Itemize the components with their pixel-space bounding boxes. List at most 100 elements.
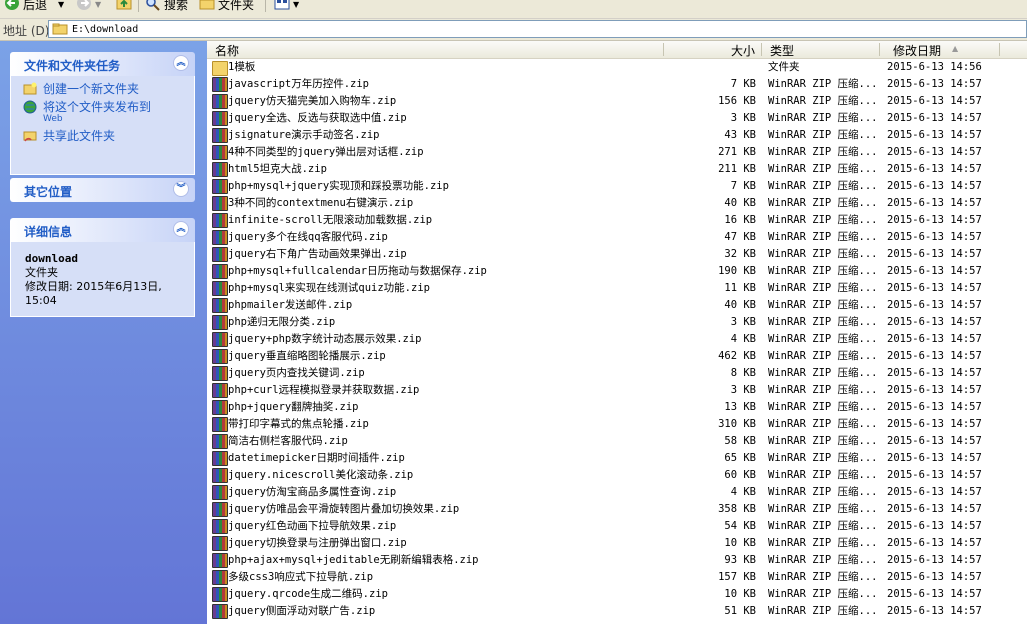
column-name-header[interactable]: 名称 (215, 42, 239, 59)
file-row[interactable]: jquery页内查找关键词.zip 8 KB WinRAR ZIP 压缩... 201… (207, 365, 1027, 382)
file-name[interactable]: php+jquery翻牌抽奖.zip (228, 399, 359, 416)
file-name[interactable]: jquery垂直缩略图轮播展示.zip (228, 348, 386, 365)
file-name[interactable]: php+mysql来实现在线测试quiz功能.zip (228, 280, 430, 297)
file-name[interactable]: jquery.qrcode生成二维码.zip (228, 586, 388, 603)
chevron-down-icon[interactable]: ▼ (293, 0, 299, 9)
column-separator[interactable] (999, 43, 1000, 56)
file-row[interactable]: jquery全选、反选与获取选中值.zip 3 KB WinRAR ZIP 压缩..… (207, 110, 1027, 127)
file-row[interactable]: jquery多个在线qq客服代码.zip 47 KB WinRAR ZIP 压缩..… (207, 229, 1027, 246)
file-row[interactable]: jquery仿淘宝商品多属性查询.zip 4 KB WinRAR ZIP 压缩...… (207, 484, 1027, 501)
file-row[interactable]: jquery右下角广告动画效果弹出.zip 32 KB WinRAR ZIP 压缩.… (207, 246, 1027, 263)
file-name[interactable]: jquery.nicescroll美化滚动条.zip (228, 467, 413, 484)
file-name[interactable]: jsignature演示手动签名.zip (228, 127, 380, 144)
file-row[interactable]: php+mysql+fullcalendar日历拖动与数据保存.zip 190 K… (207, 263, 1027, 280)
forward-button[interactable]: ▼ (76, 0, 101, 11)
file-name[interactable]: 带打印字幕式的焦点轮播.zip (228, 416, 369, 433)
file-row[interactable]: jquery切换登录与注册弹出窗口.zip 10 KB WinRAR ZIP 压缩.… (207, 535, 1027, 552)
file-row[interactable]: php+curl远程模拟登录并获取数据.zip 3 KB WinRAR ZIP 压缩… (207, 382, 1027, 399)
file-name[interactable]: php递归无限分类.zip (228, 314, 335, 331)
file-row[interactable]: php+mysql+jquery实现顶和踩投票功能.zip 7 KB WinRAR … (207, 178, 1027, 195)
file-name[interactable]: datetimepicker日期时间插件.zip (228, 450, 405, 467)
file-name[interactable]: jquery全选、反选与获取选中值.zip (228, 110, 407, 127)
file-row[interactable]: 多级css3响应式下拉导航.zip 157 KB WinRAR ZIP 压缩... 2… (207, 569, 1027, 586)
file-row[interactable]: jquery垂直缩略图轮播展示.zip 462 KB WinRAR ZIP 压缩..… (207, 348, 1027, 365)
share-folder-task[interactable]: 共享此文件夹 (11, 127, 194, 145)
new-folder-task[interactable]: 创建一个新文件夹 (11, 80, 194, 98)
column-separator[interactable] (879, 43, 880, 56)
file-name[interactable]: jquery页内查找关键词.zip (228, 365, 365, 382)
file-name[interactable]: jquery右下角广告动画效果弹出.zip (228, 246, 407, 263)
file-row[interactable]: 简洁右侧栏客服代码.zip 58 KB WinRAR ZIP 压缩... 2015-6… (207, 433, 1027, 450)
file-name[interactable]: phpmailer发送邮件.zip (228, 297, 352, 314)
file-name[interactable]: 简洁右侧栏客服代码.zip (228, 433, 348, 450)
search-button[interactable]: 搜索 (145, 0, 188, 12)
file-name[interactable]: php+ajax+mysql+jeditable无刷新编辑表格.zip (228, 552, 479, 569)
file-row[interactable]: datetimepicker日期时间插件.zip 65 KB WinRAR ZIP … (207, 450, 1027, 467)
file-name[interactable]: jquery多个在线qq客服代码.zip (228, 229, 388, 246)
file-row[interactable]: jquery红色动画下拉导航效果.zip 54 KB WinRAR ZIP 压缩..… (207, 518, 1027, 535)
file-row[interactable]: 1模板 文件夹 2015-6-13 14:56 (207, 59, 1027, 76)
file-name[interactable]: 3种不同的contextmenu右键演示.zip (228, 195, 413, 212)
file-name[interactable]: javascript万年历控件.zip (228, 76, 369, 93)
details-panel-header[interactable]: 详细信息 ︽ (10, 218, 195, 242)
file-name[interactable]: jquery仿唯品会平滑旋转图片叠加切换效果.zip (228, 501, 459, 518)
chevron-down-icon[interactable]: ▼ (95, 0, 101, 9)
file-row[interactable]: javascript万年历控件.zip 7 KB WinRAR ZIP 压缩... 2… (207, 76, 1027, 93)
file-row[interactable]: jquery仿天猫完美加入购物车.zip 156 KB WinRAR ZIP 压缩.… (207, 93, 1027, 110)
file-row[interactable]: 4种不同类型的jquery弹出层对话框.zip 271 KB WinRAR ZIP … (207, 144, 1027, 161)
column-separator[interactable] (761, 43, 762, 56)
other-places-header[interactable]: 其它位置 ︾ (10, 178, 195, 202)
file-row[interactable]: jquery侧面浮动对联广告.zip 51 KB WinRAR ZIP 压缩... 2… (207, 603, 1027, 620)
up-folder-button[interactable] (116, 0, 132, 11)
file-name[interactable]: jquery红色动画下拉导航效果.zip (228, 518, 396, 535)
file-name[interactable]: 4种不同类型的jquery弹出层对话框.zip (228, 144, 424, 161)
file-name[interactable]: jquery+php数字统计动态展示效果.zip (228, 331, 422, 348)
file-type: WinRAR ZIP 压缩... (768, 571, 878, 583)
collapse-icon[interactable]: ︽ (173, 55, 189, 71)
file-row[interactable]: jquery.qrcode生成二维码.zip 10 KB WinRAR ZIP 压缩… (207, 586, 1027, 603)
file-row[interactable]: jsignature演示手动签名.zip 43 KB WinRAR ZIP 压缩..… (207, 127, 1027, 144)
file-row[interactable]: phpmailer发送邮件.zip 40 KB WinRAR ZIP 压缩... 20… (207, 297, 1027, 314)
column-date-header[interactable]: 修改日期 (893, 42, 941, 59)
tasks-panel-header[interactable]: 文件和文件夹任务 ︽ (10, 52, 195, 76)
file-type: WinRAR ZIP 压缩... (768, 333, 878, 345)
file-row[interactable]: jquery.nicescroll美化滚动条.zip 60 KB WinRAR ZI… (207, 467, 1027, 484)
publish-web-task[interactable]: 将这个文件夹发布到 Web (11, 98, 194, 127)
file-row[interactable]: jquery+php数字统计动态展示效果.zip 4 KB WinRAR ZIP 压… (207, 331, 1027, 348)
file-name[interactable]: php+mysql+jquery实现顶和踩投票功能.zip (228, 178, 449, 195)
file-row[interactable]: 3种不同的contextmenu右键演示.zip 40 KB WinRAR ZIP … (207, 195, 1027, 212)
column-size-header[interactable]: 大小 (731, 42, 755, 59)
file-row[interactable]: 带打印字幕式的焦点轮播.zip 310 KB WinRAR ZIP 压缩... 201… (207, 416, 1027, 433)
file-name[interactable]: jquery仿天猫完美加入购物车.zip (228, 93, 396, 110)
column-type-header[interactable]: 类型 (770, 42, 794, 59)
column-header: 名称 大小 类型 修改日期 ▲ (207, 41, 1027, 59)
file-name[interactable]: html5坦克大战.zip (228, 161, 327, 178)
column-separator[interactable] (663, 43, 664, 56)
back-button[interactable]: 后退 ▼ (4, 0, 64, 12)
file-row[interactable]: php+mysql来实现在线测试quiz功能.zip 11 KB WinRAR ZI… (207, 280, 1027, 297)
file-row[interactable]: php+jquery翻牌抽奖.zip 13 KB WinRAR ZIP 压缩... 2… (207, 399, 1027, 416)
file-name[interactable]: php+mysql+fullcalendar日历拖动与数据保存.zip (228, 263, 487, 280)
expand-icon[interactable]: ︾ (173, 181, 189, 197)
share-folder-label: 共享此文件夹 (43, 129, 116, 143)
file-type: WinRAR ZIP 压缩... (768, 452, 878, 464)
folders-button[interactable]: 文件夹 (199, 0, 254, 12)
address-field[interactable]: E:\download (48, 20, 1027, 38)
file-row[interactable]: infinite-scroll无限滚动加载数据.zip 16 KB WinRAR Z… (207, 212, 1027, 229)
file-name[interactable]: infinite-scroll无限滚动加载数据.zip (228, 212, 432, 229)
forward-arrow-icon (77, 0, 91, 10)
file-name[interactable]: 1模板 (228, 59, 255, 76)
file-row[interactable]: jquery仿唯品会平滑旋转图片叠加切换效果.zip 358 KB WinRAR Z… (207, 501, 1027, 518)
file-name[interactable]: jquery仿淘宝商品多属性查询.zip (228, 484, 396, 501)
file-row[interactable]: php+ajax+mysql+jeditable无刷新编辑表格.zip 93 KB… (207, 552, 1027, 569)
chevron-down-icon[interactable]: ▼ (58, 0, 64, 9)
views-button[interactable]: ▼ (274, 0, 299, 11)
file-name[interactable]: jquery侧面浮动对联广告.zip (228, 603, 375, 620)
file-row[interactable]: php递归无限分类.zip 3 KB WinRAR ZIP 压缩... 2015-6-… (207, 314, 1027, 331)
file-row[interactable]: html5坦克大战.zip 211 KB WinRAR ZIP 压缩... 2015-… (207, 161, 1027, 178)
file-name[interactable]: php+curl远程模拟登录并获取数据.zip (228, 382, 419, 399)
collapse-icon[interactable]: ︽ (173, 221, 189, 237)
address-input[interactable]: E:\download (72, 24, 138, 35)
file-name[interactable]: jquery切换登录与注册弹出窗口.zip (228, 535, 407, 552)
file-name[interactable]: 多级css3响应式下拉导航.zip (228, 569, 373, 586)
